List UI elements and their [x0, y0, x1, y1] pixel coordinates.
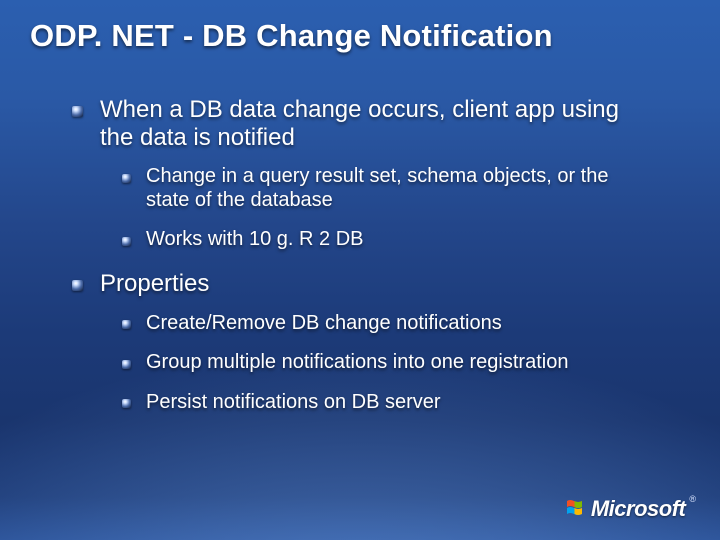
list-item-text: Create/Remove DB change notifications: [146, 312, 502, 334]
list-item-text: Group multiple notifications into one re…: [146, 351, 568, 373]
trademark-symbol: ®: [689, 494, 696, 504]
list-item: Works with 10 g. R 2 DB: [122, 228, 622, 252]
list-item: Change in a query result set, schema obj…: [122, 165, 622, 212]
list-item-text: Works with 10 g. R 2 DB: [146, 228, 363, 250]
list-item-text: Properties: [100, 270, 209, 297]
list-item-text: Change in a query result set, schema obj…: [146, 165, 608, 211]
list-item-text: When a DB data change occurs, client app…: [100, 96, 619, 151]
microsoft-logo: Microsoft ®: [565, 496, 694, 522]
list-item-text: Persist notifications on DB server: [146, 391, 441, 413]
list-item: When a DB data change occurs, client app…: [72, 96, 632, 252]
bullet-list: When a DB data change occurs, client app…: [36, 96, 696, 414]
windows-flag-icon: [565, 497, 589, 521]
sub-list: Change in a query result set, schema obj…: [100, 165, 632, 252]
list-item: Create/Remove DB change notifications: [122, 312, 622, 336]
slide-title: ODP. NET - DB Change Notification: [30, 18, 696, 54]
list-item: Group multiple notifications into one re…: [122, 351, 622, 375]
list-item: Persist notifications on DB server: [122, 391, 622, 415]
logo-text: Microsoft: [591, 496, 686, 522]
slide: ODP. NET - DB Change Notification When a…: [0, 0, 720, 540]
list-item: Properties Create/Remove DB change notif…: [72, 270, 632, 414]
sub-list: Create/Remove DB change notifications Gr…: [100, 312, 632, 415]
